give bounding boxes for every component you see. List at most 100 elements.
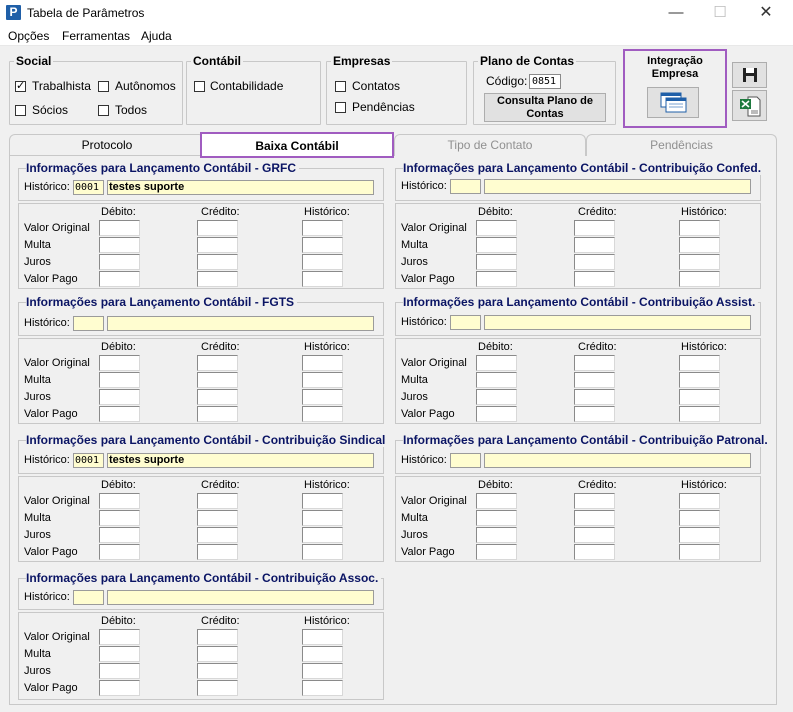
historico-value-input[interactable] — [679, 544, 720, 560]
codigo-input[interactable]: 0851 — [529, 74, 561, 89]
credito-input[interactable] — [197, 663, 238, 679]
historico-value-input[interactable] — [302, 355, 343, 371]
historico-value-input[interactable] — [302, 372, 343, 388]
historico-value-input[interactable] — [302, 510, 343, 526]
consulta-plano-button[interactable]: Consulta Plano de Contas — [484, 93, 606, 122]
menu-ferramentas[interactable]: Ferramentas — [62, 29, 130, 43]
historico-value-input[interactable] — [679, 406, 720, 422]
tab-pendencias[interactable]: Pendências — [586, 134, 777, 156]
debito-input[interactable] — [99, 254, 140, 270]
credito-input[interactable] — [197, 510, 238, 526]
menu-opcoes[interactable]: Opções — [8, 29, 49, 43]
credito-input[interactable] — [197, 355, 238, 371]
checkbox-todos[interactable] — [98, 105, 109, 116]
credito-input[interactable] — [574, 355, 615, 371]
debito-input[interactable] — [99, 220, 140, 236]
debito-input[interactable] — [99, 493, 140, 509]
credito-input[interactable] — [197, 254, 238, 270]
debito-input[interactable] — [476, 372, 517, 388]
credito-input[interactable] — [574, 271, 615, 287]
historico-value-input[interactable] — [679, 389, 720, 405]
debito-input[interactable] — [99, 544, 140, 560]
historico-desc-input-patronal[interactable] — [484, 453, 751, 468]
credito-input[interactable] — [574, 510, 615, 526]
debito-input[interactable] — [476, 510, 517, 526]
credito-input[interactable] — [574, 406, 615, 422]
historico-code-input-assist[interactable] — [450, 315, 481, 330]
historico-value-input[interactable] — [302, 646, 343, 662]
debito-input[interactable] — [99, 355, 140, 371]
tab-baixa-contabil[interactable]: Baixa Contábil — [200, 132, 394, 158]
historico-code-input-assoc[interactable] — [73, 590, 104, 605]
historico-value-input[interactable] — [679, 510, 720, 526]
historico-value-input[interactable] — [302, 271, 343, 287]
checkbox-autonomos[interactable] — [98, 81, 109, 92]
credito-input[interactable] — [197, 237, 238, 253]
credito-input[interactable] — [197, 372, 238, 388]
credito-input[interactable] — [574, 237, 615, 253]
historico-code-input-confed[interactable] — [450, 179, 481, 194]
credito-input[interactable] — [574, 372, 615, 388]
debito-input[interactable] — [476, 271, 517, 287]
debito-input[interactable] — [476, 406, 517, 422]
credito-input[interactable] — [197, 389, 238, 405]
credito-input[interactable] — [197, 544, 238, 560]
historico-value-input[interactable] — [679, 271, 720, 287]
menu-ajuda[interactable]: Ajuda — [141, 29, 172, 43]
maximize-button[interactable]: ☐ — [698, 0, 742, 26]
historico-value-input[interactable] — [679, 527, 720, 543]
historico-value-input[interactable] — [302, 389, 343, 405]
historico-value-input[interactable] — [302, 680, 343, 696]
historico-value-input[interactable] — [302, 220, 343, 236]
close-button[interactable]: ✕ — [744, 0, 788, 26]
debito-input[interactable] — [99, 271, 140, 287]
credito-input[interactable] — [197, 493, 238, 509]
debito-input[interactable] — [476, 389, 517, 405]
credito-input[interactable] — [197, 220, 238, 236]
credito-input[interactable] — [574, 389, 615, 405]
checkbox-contabilidade[interactable] — [194, 81, 205, 92]
historico-value-input[interactable] — [679, 372, 720, 388]
historico-desc-input-grfc[interactable]: testes suporte — [107, 180, 374, 195]
checkbox-trabalhista[interactable] — [15, 79, 26, 92]
checkbox-socios[interactable] — [15, 105, 26, 116]
debito-input[interactable] — [476, 220, 517, 236]
debito-input[interactable] — [99, 646, 140, 662]
credito-input[interactable] — [574, 254, 615, 270]
historico-value-input[interactable] — [679, 355, 720, 371]
historico-value-input[interactable] — [302, 493, 343, 509]
debito-input[interactable] — [99, 663, 140, 679]
historico-value-input[interactable] — [302, 663, 343, 679]
historico-code-input-patronal[interactable] — [450, 453, 481, 468]
debito-input[interactable] — [476, 237, 517, 253]
tab-tipo-contato[interactable]: Tipo de Contato — [394, 134, 586, 156]
historico-value-input[interactable] — [302, 527, 343, 543]
debito-input[interactable] — [476, 493, 517, 509]
historico-desc-input-assist[interactable] — [484, 315, 751, 330]
historico-value-input[interactable] — [679, 254, 720, 270]
historico-value-input[interactable] — [679, 237, 720, 253]
historico-value-input[interactable] — [302, 629, 343, 645]
historico-value-input[interactable] — [302, 544, 343, 560]
historico-value-input[interactable] — [302, 406, 343, 422]
historico-value-input[interactable] — [679, 220, 720, 236]
debito-input[interactable] — [99, 406, 140, 422]
historico-value-input[interactable] — [302, 237, 343, 253]
debito-input[interactable] — [476, 544, 517, 560]
debito-input[interactable] — [99, 629, 140, 645]
minimize-button[interactable]: — — [654, 0, 698, 26]
credito-input[interactable] — [574, 544, 615, 560]
credito-input[interactable] — [197, 527, 238, 543]
tab-protocolo[interactable]: Protocolo — [9, 134, 205, 156]
credito-input[interactable] — [574, 493, 615, 509]
debito-input[interactable] — [476, 355, 517, 371]
debito-input[interactable] — [99, 372, 140, 388]
historico-code-input-grfc[interactable]: 0001 — [73, 180, 104, 195]
credito-input[interactable] — [197, 271, 238, 287]
historico-desc-input-fgts[interactable] — [107, 316, 374, 331]
checkbox-pendencias[interactable] — [335, 102, 346, 113]
integracao-button[interactable] — [647, 87, 699, 118]
credito-input[interactable] — [574, 527, 615, 543]
debito-input[interactable] — [99, 389, 140, 405]
debito-input[interactable] — [99, 237, 140, 253]
